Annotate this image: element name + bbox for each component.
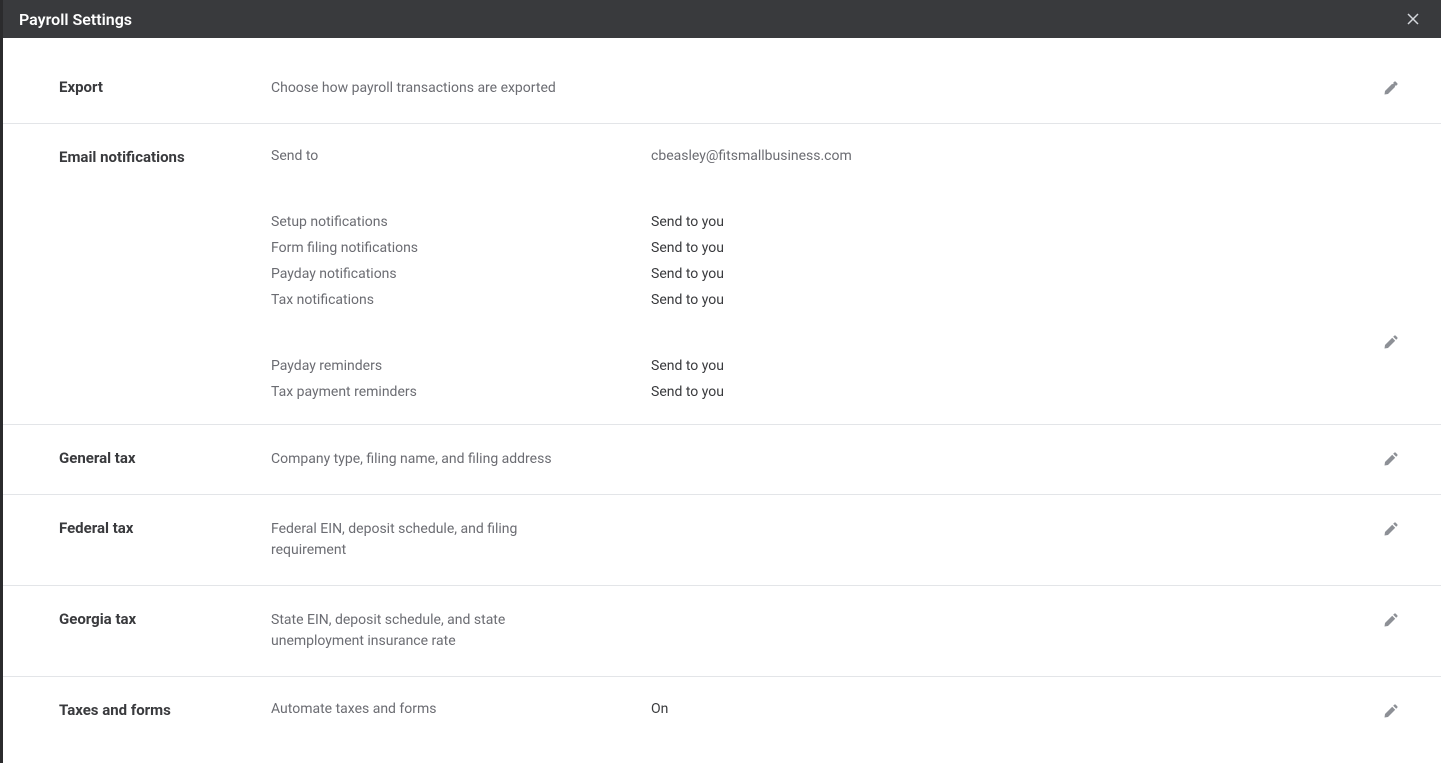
section-email-notifications: Email notifications Send to cbeasley@fit… (3, 124, 1441, 425)
general-tax-desc: Company type, filing name, and filing ad… (271, 449, 1401, 470)
notif-val: Send to you (651, 214, 724, 230)
section-federal-tax: Federal tax Federal EIN, deposit schedul… (3, 495, 1441, 586)
section-georgia-tax: Georgia tax State EIN, deposit schedule,… (3, 586, 1441, 677)
taxes-forms-key: Automate taxes and forms (271, 701, 651, 717)
edit-export-button[interactable] (1381, 78, 1401, 98)
section-label-email: Email notifications (59, 148, 271, 400)
section-label-taxes-forms: Taxes and forms (59, 701, 271, 719)
export-desc: Choose how payroll transactions are expo… (271, 78, 1401, 99)
close-icon (1405, 11, 1421, 27)
pencil-icon (1383, 334, 1399, 350)
settings-content: Export Choose how payroll transactions a… (0, 38, 1441, 763)
email-sendto-key: Send to (271, 148, 651, 164)
email-sendto-val: cbeasley@fitsmallbusiness.com (651, 148, 852, 164)
taxes-forms-val: On (651, 701, 668, 717)
section-general-tax: General tax Company type, filing name, a… (3, 425, 1441, 495)
notif-key: Tax notifications (271, 292, 651, 308)
modal-title: Payroll Settings (19, 10, 132, 29)
notif-key: Setup notifications (271, 214, 651, 230)
section-export: Export Choose how payroll transactions a… (3, 38, 1441, 124)
notif-val: Send to you (651, 358, 724, 374)
notif-val: Send to you (651, 292, 724, 308)
georgia-tax-desc: State EIN, deposit schedule, and state u… (271, 610, 571, 652)
pencil-icon (1383, 521, 1399, 537)
notif-key: Form filing notifications (271, 240, 651, 256)
edit-taxes-forms-button[interactable] (1381, 701, 1401, 721)
notif-key: Tax payment reminders (271, 384, 651, 400)
section-label-federal-tax: Federal tax (59, 519, 271, 561)
edit-general-tax-button[interactable] (1381, 449, 1401, 469)
pencil-icon (1383, 703, 1399, 719)
section-label-general-tax: General tax (59, 449, 271, 470)
pencil-icon (1383, 612, 1399, 628)
modal-header: Payroll Settings (0, 0, 1441, 38)
federal-tax-desc: Federal EIN, deposit schedule, and filin… (271, 519, 571, 561)
notif-key: Payday notifications (271, 266, 651, 282)
notif-val: Send to you (651, 266, 724, 282)
edit-federal-tax-button[interactable] (1381, 519, 1401, 539)
section-label-georgia-tax: Georgia tax (59, 610, 271, 652)
edit-email-button[interactable] (1381, 332, 1401, 352)
notif-key: Payday reminders (271, 358, 651, 374)
pencil-icon (1383, 451, 1399, 467)
section-taxes-forms: Taxes and forms Automate taxes and forms… (3, 677, 1441, 743)
edit-georgia-tax-button[interactable] (1381, 610, 1401, 630)
notif-val: Send to you (651, 240, 724, 256)
pencil-icon (1383, 80, 1399, 96)
notif-val: Send to you (651, 384, 724, 400)
section-label-export: Export (59, 78, 271, 99)
close-button[interactable] (1401, 7, 1425, 31)
